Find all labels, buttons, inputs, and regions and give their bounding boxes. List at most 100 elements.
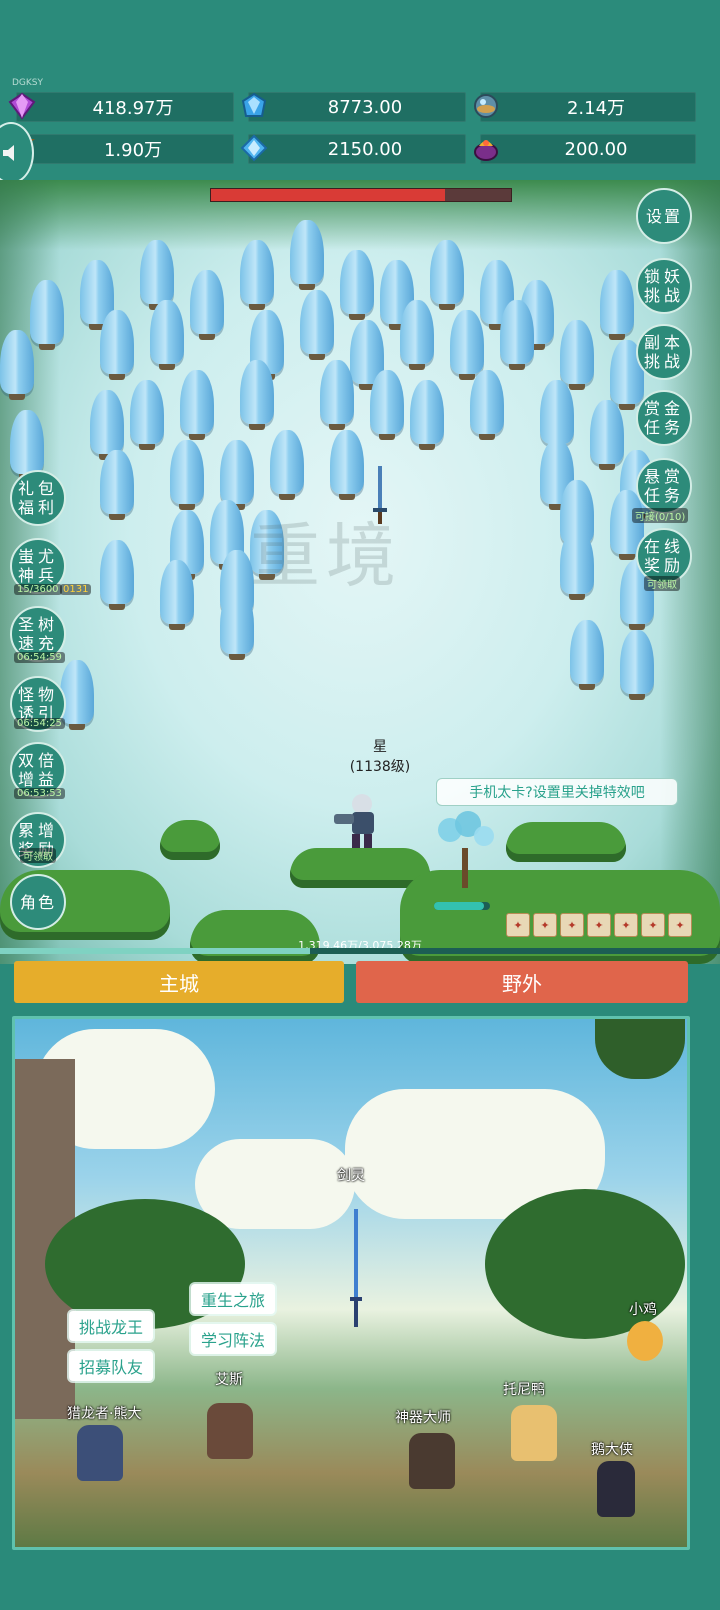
watermark-text: DGKSY [12, 78, 44, 88]
skill-slot-4[interactable]: ✦ [587, 913, 611, 937]
crystal-enemy[interactable] [330, 430, 364, 500]
npc-chick-label: 小鸡 [629, 1302, 657, 1318]
crystal-enemy[interactable] [430, 240, 464, 310]
blue-crystal-icon [238, 90, 270, 122]
crystal-enemy[interactable] [60, 660, 94, 730]
performance-tip[interactable]: 手机太卡?设置里关掉特效吧 [436, 778, 678, 806]
hero-level: (1138级) [349, 759, 411, 775]
crystal-enemy[interactable] [590, 400, 624, 470]
skill-slot-7[interactable]: ✦ [668, 913, 692, 937]
skill-slot-2[interactable]: ✦ [533, 913, 557, 937]
character-button[interactable]: 角色 [10, 874, 66, 930]
floating-sword-icon [373, 466, 387, 524]
tab-main-city[interactable]: 主城 [14, 961, 344, 1003]
crystal-enemy[interactable] [240, 240, 274, 310]
crystal-enemy[interactable] [400, 300, 434, 370]
npc-artifact-master-label: 神器大师 [395, 1410, 451, 1426]
dungeon-button[interactable]: 副本挑战 [636, 324, 692, 380]
crystal-enemy[interactable] [100, 540, 134, 610]
crystal-enemy[interactable] [10, 410, 44, 480]
npc-goose[interactable] [597, 1461, 635, 1517]
crystal-enemy[interactable] [170, 440, 204, 510]
crystal-enemy[interactable] [220, 440, 254, 510]
rebirth-journey-button[interactable]: 重生之旅 [191, 1284, 276, 1314]
skill-slot-6[interactable]: ✦ [641, 913, 665, 937]
grass-platform-right [506, 822, 626, 862]
settings-button[interactable]: 设置 [636, 188, 692, 244]
skill-slot-3[interactable]: ✦ [560, 913, 584, 937]
crystal-enemy[interactable] [150, 300, 184, 370]
bubble-tree[interactable] [430, 810, 500, 890]
demon-tower-button[interactable]: 锁妖挑战 [636, 258, 692, 314]
hero-character[interactable] [330, 790, 390, 856]
crystal-enemy[interactable] [100, 450, 134, 520]
npc-hunter-label: 猎龙者·熊大 [67, 1406, 142, 1422]
crystal-enemy[interactable] [600, 270, 634, 340]
sword-spirit-icon[interactable] [350, 1209, 362, 1329]
boss-hp-fill [211, 189, 445, 201]
crystal-enemy[interactable] [500, 300, 534, 370]
crystal-enemy[interactable] [370, 370, 404, 440]
npc-hunter[interactable] [77, 1425, 123, 1481]
crystal-enemy[interactable] [270, 430, 304, 500]
crystal-enemy[interactable] [470, 370, 504, 440]
crystal-enemy[interactable] [450, 310, 484, 380]
crystal-enemy[interactable] [180, 370, 214, 440]
crystal-enemy[interactable] [540, 380, 574, 450]
crystal-enemy[interactable] [190, 270, 224, 340]
bottom-strip [0, 1550, 720, 1610]
crystal-enemy[interactable] [160, 560, 194, 630]
resource-ice-shards[interactable]: 2150.00 [240, 134, 466, 164]
crystal-enemy[interactable] [560, 530, 594, 600]
monster-lure-timer: 06:54:25 [14, 718, 65, 729]
reward-task-button[interactable]: 悬赏任务 [636, 458, 692, 514]
npc-artifact-master[interactable] [409, 1433, 455, 1489]
challenge-dragon-button[interactable]: 挑战龙王 [69, 1311, 154, 1341]
crystal-enemy[interactable] [90, 390, 124, 460]
crystal-enemy[interactable] [410, 380, 444, 450]
crystal-enemy[interactable] [100, 310, 134, 380]
holy-tree-timer: 06:54:59 [14, 652, 65, 663]
resource-orbs[interactable]: 2.14万 [474, 92, 696, 122]
npc-tony-duck[interactable] [511, 1405, 557, 1461]
crystal-enemy[interactable] [560, 320, 594, 390]
bounty-task-button[interactable]: 赏金任务 [636, 390, 692, 446]
crystal-enemy[interactable] [340, 250, 374, 320]
resource-treasure[interactable]: 200.00 [474, 134, 696, 164]
crystal-enemy[interactable] [30, 280, 64, 350]
gift-pack-button[interactable]: 礼包福利 [10, 470, 66, 526]
resource-gems[interactable]: 418.97万 [8, 92, 234, 122]
npc-tony-duck-label: 托尼鸭 [503, 1382, 545, 1398]
sword-spirit-label: 剑灵 [337, 1168, 365, 1184]
town-scene[interactable]: 剑灵 重生之旅 学习阵法 挑战龙王 招募队友 猎龙者·熊大 艾斯 神器大师 托尼… [12, 1016, 690, 1550]
crystal-enemy[interactable] [620, 630, 654, 700]
skill-bar: ✦ ✦ ✦ ✦ ✦ ✦ ✦ [506, 913, 692, 937]
resource-horns[interactable]: 1.90万 [10, 134, 234, 164]
dungeon-label: 副本挑战 [644, 333, 685, 371]
character-label: 角色 [19, 892, 56, 912]
crystal-enemy[interactable] [290, 220, 324, 290]
crystal-enemy[interactable] [140, 240, 174, 310]
recruit-teammate-button[interactable]: 招募队友 [69, 1351, 154, 1381]
chiyou-weapon-badge: 0131 [60, 584, 92, 595]
orb-icon [470, 90, 502, 122]
crystal-enemy[interactable] [570, 620, 604, 690]
crystal-enemy[interactable] [240, 360, 274, 430]
exp-fill [0, 948, 310, 954]
crystal-enemy[interactable] [220, 590, 254, 660]
crystal-enemy[interactable] [0, 330, 34, 400]
skill-slot-1[interactable]: ✦ [506, 913, 530, 937]
skill-slot-5[interactable]: ✦ [614, 913, 638, 937]
crystal-enemy[interactable] [130, 380, 164, 450]
learn-formation-button[interactable]: 学习阵法 [191, 1324, 276, 1354]
tab-wild[interactable]: 野外 [356, 961, 688, 1003]
reward-task-label: 悬赏任务 [644, 467, 685, 505]
double-boost-label: 双倍增益 [18, 751, 59, 789]
gift-pack-label: 礼包福利 [18, 479, 59, 517]
resource-crystals[interactable]: 8773.00 [241, 92, 466, 122]
battle-scene[interactable]: 重境 星 (1138级) 手机太卡?设置里关掉特效吧 ✦ ✦ ✦ ✦ ✦ ✦ ✦ [0, 180, 720, 964]
crystal-enemy[interactable] [320, 360, 354, 430]
crystal-enemy[interactable] [300, 290, 334, 360]
npc-ais[interactable] [207, 1403, 253, 1459]
npc-chick[interactable] [627, 1321, 663, 1361]
